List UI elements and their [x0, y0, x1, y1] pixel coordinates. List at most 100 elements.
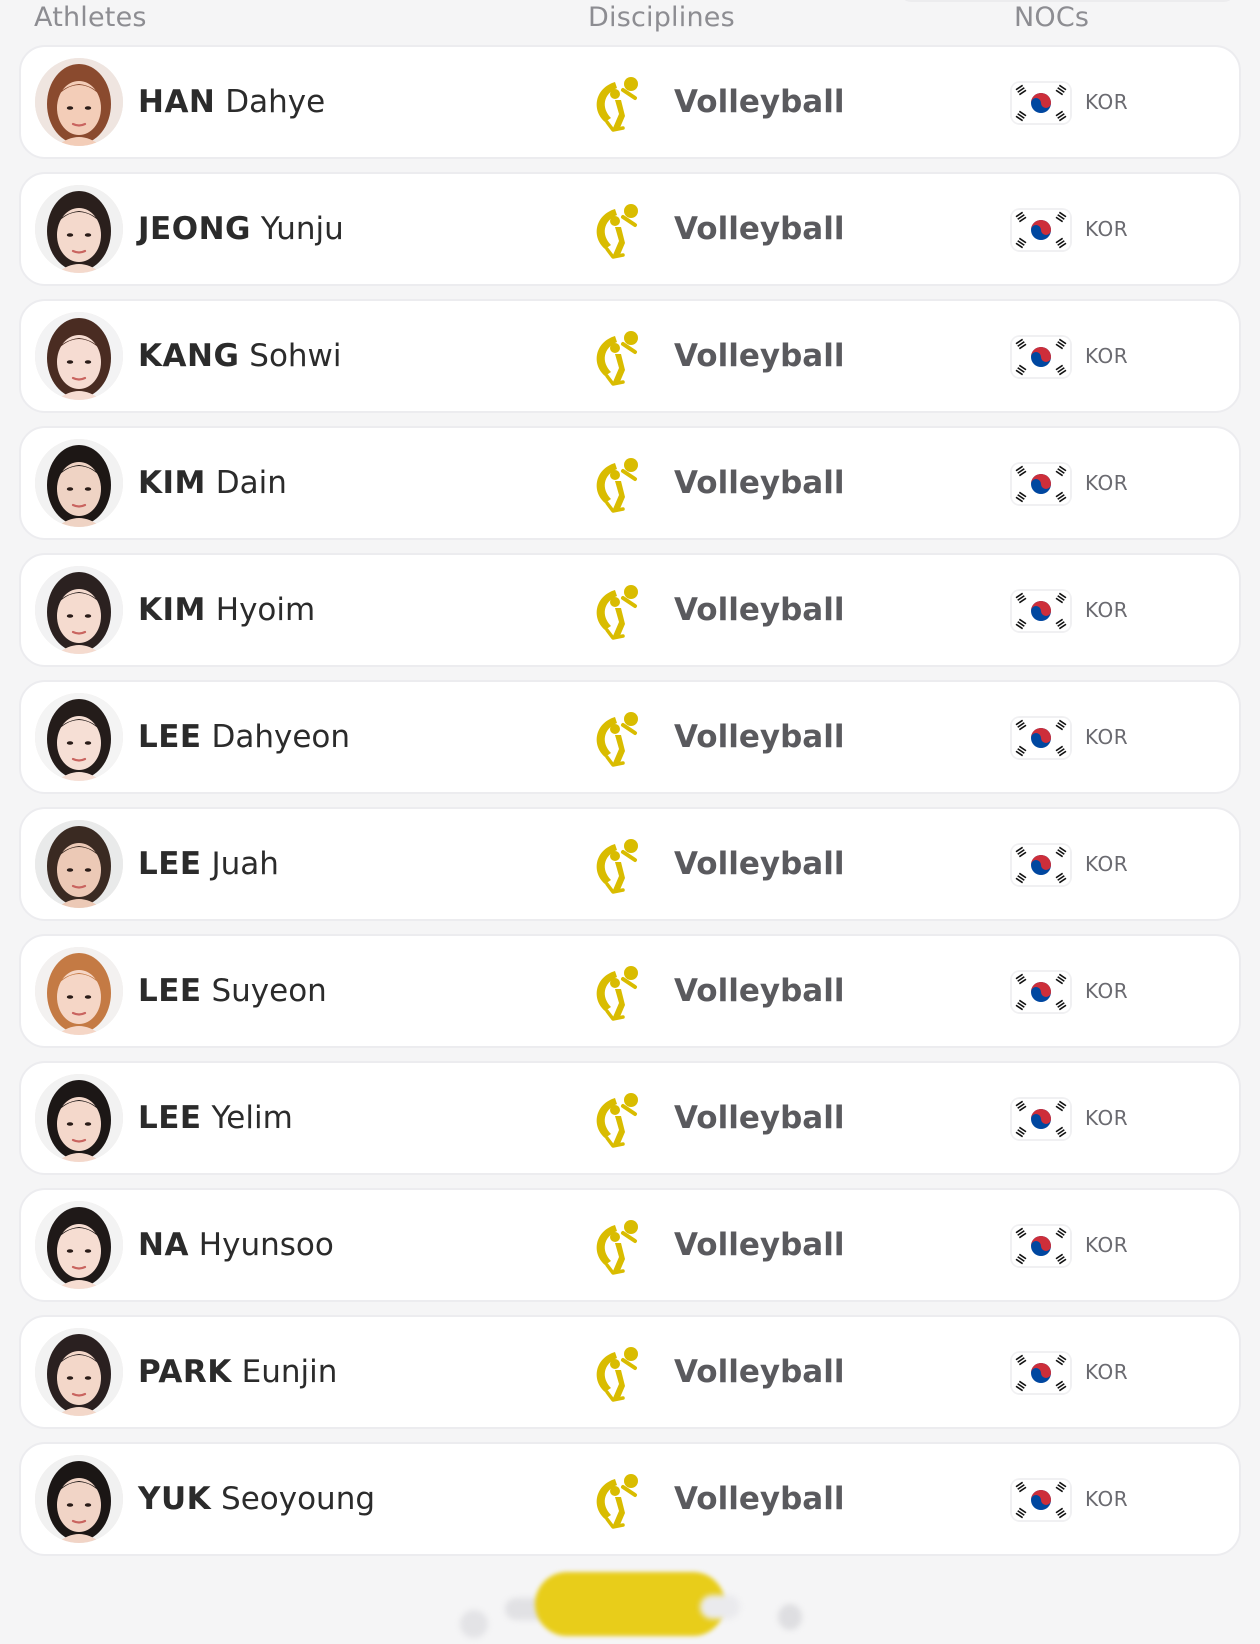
discipline-label: Volleyball: [674, 338, 845, 374]
athlete-name[interactable]: LEE Yelim: [138, 1063, 293, 1173]
athlete-first-name: Yelim: [211, 1100, 293, 1136]
volleyball-icon: [587, 199, 649, 261]
athlete-row[interactable]: KIM Dain Volleyball KOR: [19, 426, 1241, 540]
athlete-last-name: HAN: [138, 84, 216, 120]
athlete-last-name: KIM: [138, 592, 206, 628]
athlete-avatar: [35, 312, 123, 400]
athlete-row[interactable]: LEE Juah Volleyball KOR: [19, 807, 1241, 921]
volleyball-icon: [587, 961, 649, 1023]
discipline-label: Volleyball: [674, 973, 845, 1009]
athlete-avatar: [35, 566, 123, 654]
athlete-last-name: YUK: [138, 1481, 212, 1517]
noc-code: KOR: [1085, 90, 1129, 114]
header-athletes: Athletes: [34, 2, 147, 33]
athlete-first-name: Dain: [215, 465, 287, 501]
athlete-row[interactable]: HAN Dahye Volleyball KOR: [19, 45, 1241, 159]
discipline-label: Volleyball: [674, 719, 845, 755]
noc-code: KOR: [1085, 1360, 1129, 1384]
athlete-avatar: [35, 439, 123, 527]
athlete-first-name: Eunjin: [241, 1354, 338, 1390]
footer: [0, 1560, 1260, 1644]
volleyball-icon: [587, 1469, 649, 1531]
athlete-avatar: [35, 693, 123, 781]
athlete-row[interactable]: LEE Dahyeon Volleyball KOR: [19, 680, 1241, 794]
athlete-row[interactable]: KANG Sohwi Volleyball KOR: [19, 299, 1241, 413]
athlete-avatar: [35, 1074, 123, 1162]
volleyball-icon: [587, 707, 649, 769]
athlete-name[interactable]: KANG Sohwi: [138, 301, 342, 411]
noc-code: KOR: [1085, 1233, 1129, 1257]
athlete-avatar: [35, 185, 123, 273]
korea-flag-icon: [1012, 1099, 1070, 1139]
noc-code: KOR: [1085, 979, 1129, 1003]
volleyball-icon: [587, 453, 649, 515]
athlete-avatar: [35, 1328, 123, 1416]
noc-code: KOR: [1085, 598, 1129, 622]
athlete-name[interactable]: KIM Dain: [138, 428, 287, 538]
noc-code: KOR: [1085, 471, 1129, 495]
korea-flag-icon: [1012, 464, 1070, 504]
noc-code: KOR: [1085, 344, 1129, 368]
volleyball-icon: [587, 1088, 649, 1150]
volleyball-icon: [587, 834, 649, 896]
discipline-label: Volleyball: [674, 1481, 845, 1517]
athlete-avatar: [35, 1455, 123, 1543]
korea-flag-icon: [1012, 1480, 1070, 1520]
noc-code: KOR: [1085, 852, 1129, 876]
volleyball-icon: [587, 580, 649, 642]
korea-flag-icon: [1012, 591, 1070, 631]
athlete-list: HAN Dahye Volleyball KOR JEONG Yunju Volleyb…: [19, 45, 1241, 1569]
athlete-first-name: Seoyoung: [221, 1481, 376, 1517]
athlete-row[interactable]: LEE Yelim Volleyball KOR: [19, 1061, 1241, 1175]
discipline-label: Volleyball: [674, 846, 845, 882]
athlete-name[interactable]: PARK Eunjin: [138, 1317, 337, 1427]
noc-code: KOR: [1085, 217, 1129, 241]
athlete-first-name: Hyunsoo: [198, 1227, 334, 1263]
athlete-row[interactable]: YUK Seoyoung Volleyball KOR: [19, 1442, 1241, 1556]
korea-flag-icon: [1012, 972, 1070, 1012]
noc-code: KOR: [1085, 1487, 1129, 1511]
athlete-name[interactable]: LEE Juah: [138, 809, 279, 919]
athlete-first-name: Suyeon: [211, 973, 327, 1009]
athlete-first-name: Hyoim: [215, 592, 316, 628]
athlete-name[interactable]: LEE Dahyeon: [138, 682, 350, 792]
athlete-row[interactable]: JEONG Yunju Volleyball KOR: [19, 172, 1241, 286]
blurred-element: [460, 1610, 488, 1638]
athlete-row[interactable]: KIM Hyoim Volleyball KOR: [19, 553, 1241, 667]
athlete-last-name: LEE: [138, 1100, 202, 1136]
noc-code: KOR: [1085, 725, 1129, 749]
athlete-name[interactable]: JEONG Yunju: [138, 174, 344, 284]
korea-flag-icon: [1012, 83, 1070, 123]
athlete-name[interactable]: NA Hyunsoo: [138, 1190, 334, 1300]
athlete-row[interactable]: PARK Eunjin Volleyball KOR: [19, 1315, 1241, 1429]
athlete-row[interactable]: LEE Suyeon Volleyball KOR: [19, 934, 1241, 1048]
athlete-last-name: LEE: [138, 973, 202, 1009]
athlete-avatar: [35, 58, 123, 146]
noc-code: KOR: [1085, 1106, 1129, 1130]
blurred-button[interactable]: [535, 1572, 725, 1636]
athlete-last-name: KANG: [138, 338, 240, 374]
athlete-name[interactable]: YUK Seoyoung: [138, 1444, 375, 1554]
athlete-first-name: Dahyeon: [211, 719, 351, 755]
athlete-name[interactable]: KIM Hyoim: [138, 555, 315, 665]
athlete-name[interactable]: LEE Suyeon: [138, 936, 327, 1046]
athlete-last-name: PARK: [138, 1354, 232, 1390]
athlete-name[interactable]: HAN Dahye: [138, 47, 325, 157]
athlete-avatar: [35, 1201, 123, 1289]
korea-flag-icon: [1012, 337, 1070, 377]
discipline-label: Volleyball: [674, 592, 845, 628]
athlete-avatar: [35, 820, 123, 908]
athlete-last-name: LEE: [138, 719, 202, 755]
header-nocs: NOCs: [1014, 2, 1090, 33]
discipline-label: Volleyball: [674, 84, 845, 120]
athlete-first-name: Sohwi: [249, 338, 342, 374]
athlete-row[interactable]: NA Hyunsoo Volleyball KOR: [19, 1188, 1241, 1302]
korea-flag-icon: [1012, 1226, 1070, 1266]
discipline-label: Volleyball: [674, 465, 845, 501]
volleyball-icon: [587, 1215, 649, 1277]
athlete-last-name: KIM: [138, 465, 206, 501]
blurred-element: [778, 1604, 802, 1630]
volleyball-icon: [587, 72, 649, 134]
athlete-first-name: Juah: [211, 846, 279, 882]
korea-flag-icon: [1012, 845, 1070, 885]
